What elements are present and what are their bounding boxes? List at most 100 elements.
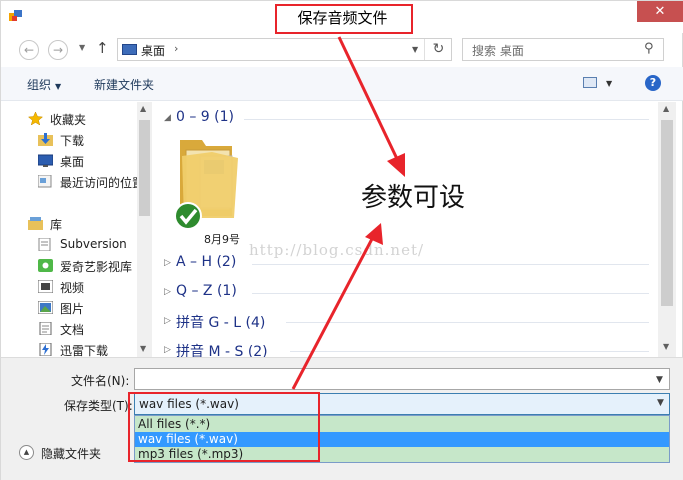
organize-button[interactable]: 组织 ▼ bbox=[27, 76, 61, 93]
sidebar-item-downloads[interactable]: 下载 bbox=[1, 130, 141, 150]
group-label: 0 – 9 (1) bbox=[176, 109, 234, 125]
filetype-option-all[interactable]: All files (*.*) bbox=[135, 417, 669, 432]
expand-icon[interactable]: ▷ bbox=[164, 258, 171, 268]
sidebar-label: 下载 bbox=[60, 134, 85, 148]
address-dropdown-icon[interactable]: ▼ bbox=[412, 45, 418, 54]
sidebar-label: 桌面 bbox=[60, 155, 85, 169]
sidebar-label: 爱奇艺影视库 bbox=[60, 260, 133, 274]
up-button[interactable]: ↑ bbox=[96, 39, 109, 57]
sidebar-item-favorites[interactable]: 收藏夹 bbox=[1, 109, 141, 129]
new-folder-button[interactable]: 新建文件夹 bbox=[94, 76, 154, 93]
sidebar-label: Subversion bbox=[60, 237, 127, 251]
expand-icon[interactable]: ▷ bbox=[164, 287, 171, 297]
expand-icon[interactable]: ▷ bbox=[164, 345, 171, 355]
navigation-bar: ← → ▼ ↑ 桌面 › ▼ ↻ 搜索 桌面 ⚲ bbox=[1, 35, 683, 65]
watermark-text: http://blog.csdn.net/ bbox=[249, 241, 425, 259]
group-header-pinyin-g-l[interactable]: ▷ 拼音 G - L (4) bbox=[164, 312, 654, 332]
close-button[interactable]: ✕ bbox=[637, 1, 683, 22]
file-list-scrollbar-thumb[interactable] bbox=[661, 120, 673, 306]
folder-item[interactable]: 8月9号 bbox=[172, 130, 248, 246]
annotation-text: 参数可设 bbox=[361, 183, 466, 213]
view-options-icon[interactable] bbox=[583, 77, 597, 88]
download-folder-icon bbox=[38, 133, 53, 146]
forward-button[interactable]: → bbox=[48, 40, 68, 60]
group-header-0-9[interactable]: ◢ 0 – 9 (1) bbox=[164, 109, 654, 129]
sidebar-item-pictures[interactable]: 图片 bbox=[1, 298, 141, 318]
search-input[interactable]: 搜索 桌面 ⚲ bbox=[462, 38, 664, 61]
sidebar-label: 库 bbox=[50, 218, 63, 232]
thunder-download-icon bbox=[39, 343, 52, 356]
filetype-option-mp3[interactable]: mp3 files (*.mp3) bbox=[135, 447, 669, 462]
picture-icon bbox=[38, 301, 53, 314]
group-header-pinyin-m-s[interactable]: ▷ 拼音 M - S (2) bbox=[164, 341, 654, 357]
folder-icon bbox=[174, 140, 238, 230]
scroll-up-icon[interactable]: ▲ bbox=[140, 104, 146, 113]
sidebar-item-subversion[interactable]: Subversion bbox=[1, 235, 141, 255]
scroll-down-icon[interactable]: ▼ bbox=[663, 342, 669, 351]
refresh-button[interactable]: ↻ bbox=[424, 39, 452, 60]
filename-input[interactable] bbox=[134, 368, 670, 390]
sidebar-label: 文档 bbox=[60, 323, 85, 337]
expand-icon[interactable]: ▷ bbox=[164, 316, 171, 326]
save-dialog: 保存音频文件 ✕ ← → ▼ ↑ 桌面 › ▼ ↻ 搜索 桌面 ⚲ 组织 ▼ 新建… bbox=[0, 0, 683, 480]
search-icon[interactable]: ⚲ bbox=[644, 41, 654, 56]
group-header-q-z[interactable]: ▷ Q – Z (1) bbox=[164, 283, 654, 303]
group-divider bbox=[252, 264, 649, 265]
sidebar-item-library[interactable]: 库 bbox=[1, 214, 141, 234]
address-bar[interactable]: 桌面 › ▼ ↻ bbox=[117, 38, 452, 61]
video-icon bbox=[38, 280, 53, 293]
group-label: 拼音 G - L (4) bbox=[176, 315, 266, 331]
group-label: Q – Z (1) bbox=[176, 283, 237, 299]
group-divider bbox=[290, 351, 649, 352]
sidebar-scrollbar[interactable]: ▲ ▼ bbox=[137, 102, 152, 357]
filename-dropdown-icon[interactable]: ▼ bbox=[656, 375, 663, 385]
sidebar-item-thunder[interactable]: 迅雷下载 bbox=[1, 340, 141, 357]
document-library-icon bbox=[38, 238, 51, 251]
scroll-up-icon[interactable]: ▲ bbox=[663, 104, 669, 113]
sidebar-scrollbar-thumb[interactable] bbox=[139, 120, 150, 216]
collapse-icon[interactable]: ◢ bbox=[164, 113, 171, 123]
file-list-scrollbar[interactable]: ▲ ▼ bbox=[658, 102, 676, 357]
chevron-down-icon[interactable]: ▼ bbox=[657, 398, 664, 408]
filetype-option-wav[interactable]: wav files (*.wav) bbox=[135, 432, 669, 447]
sidebar-item-documents[interactable]: 文档 bbox=[1, 319, 141, 339]
help-button[interactable]: ? bbox=[645, 75, 661, 91]
sidebar-label: 最近访问的位置 bbox=[60, 176, 145, 190]
file-list: ◢ 0 – 9 (1) 8月9号 ▷ A – H (2) ▷ Q – Z (1) bbox=[152, 102, 658, 357]
hide-folders-button[interactable]: ▲ 隐藏文件夹 bbox=[19, 443, 119, 463]
hide-folders-label: 隐藏文件夹 bbox=[41, 447, 102, 461]
sidebar-label: 图片 bbox=[60, 302, 85, 316]
desktop-icon bbox=[122, 44, 137, 55]
caret-down-icon: ▼ bbox=[55, 82, 62, 91]
group-label: 拼音 M - S (2) bbox=[176, 344, 268, 357]
chevron-right-icon[interactable]: › bbox=[174, 42, 178, 55]
filetype-label: 保存类型(T): bbox=[64, 399, 133, 413]
filetype-select[interactable]: wav files (*.wav) ▼ bbox=[134, 393, 670, 415]
iqiyi-icon bbox=[38, 259, 53, 272]
save-form: 文件名(N): ▼ 保存类型(T): wav files (*.wav) ▼ A… bbox=[1, 357, 683, 480]
sidebar-item-recent[interactable]: 最近访问的位置 bbox=[1, 172, 145, 192]
collapse-up-icon: ▲ bbox=[19, 445, 34, 460]
group-divider bbox=[252, 293, 649, 294]
sidebar-item-videos[interactable]: 视频 bbox=[1, 277, 141, 297]
star-icon bbox=[28, 112, 43, 125]
organize-label: 组织 bbox=[27, 78, 52, 92]
address-text[interactable]: 桌面 bbox=[141, 42, 165, 59]
library-icon bbox=[28, 217, 43, 230]
annotation-title-box bbox=[275, 4, 413, 34]
group-label: A – H (2) bbox=[176, 254, 237, 270]
search-placeholder: 搜索 桌面 bbox=[472, 44, 524, 58]
sidebar-label: 视频 bbox=[60, 281, 85, 295]
group-divider bbox=[244, 119, 649, 120]
back-button[interactable]: ← bbox=[19, 40, 39, 60]
document-icon bbox=[39, 322, 52, 335]
filetype-dropdown-list: All files (*.*) wav files (*.wav) mp3 fi… bbox=[134, 415, 670, 463]
desktop-icon bbox=[38, 154, 53, 167]
sidebar-item-desktop[interactable]: 桌面 bbox=[1, 151, 141, 171]
recent-locations-dropdown-icon[interactable]: ▼ bbox=[79, 43, 85, 52]
scroll-down-icon[interactable]: ▼ bbox=[140, 344, 146, 353]
filetype-value: wav files (*.wav) bbox=[139, 397, 239, 411]
recent-places-icon bbox=[38, 175, 52, 188]
sidebar-item-iqiyi[interactable]: 爱奇艺影视库 bbox=[1, 256, 141, 276]
view-dropdown-icon[interactable]: ▼ bbox=[606, 79, 612, 88]
